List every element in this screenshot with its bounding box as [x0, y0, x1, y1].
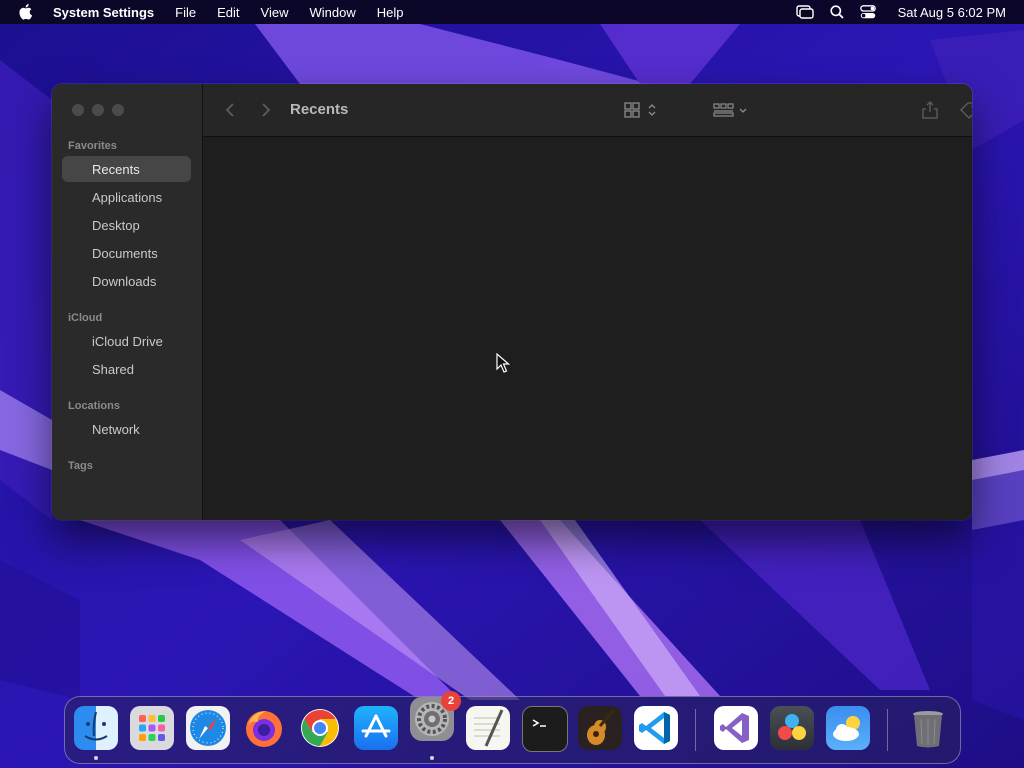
sidebar-item-documents[interactable]: Documents	[62, 240, 191, 266]
dock-davinci-resolve-icon[interactable]	[770, 706, 814, 750]
dock-app-store-icon[interactable]	[354, 706, 398, 750]
back-icon[interactable]	[225, 101, 235, 119]
sidebar-item-label: Applications	[92, 189, 163, 205]
spotlight-search-icon[interactable]	[829, 5, 844, 19]
sidebar-item-label: Documents	[92, 245, 158, 261]
mouse-cursor-icon	[496, 353, 510, 373]
menu-app-name[interactable]: System Settings	[53, 5, 154, 20]
dock-textedit-icon[interactable]	[466, 706, 510, 750]
menu-bar-clock[interactable]: Sat Aug 5 6:02 PM	[898, 5, 1006, 20]
window-controls	[72, 104, 132, 116]
share-icon[interactable]	[922, 101, 938, 119]
view-mode-icon[interactable]	[624, 101, 658, 119]
dock-visual-studio-icon[interactable]	[714, 706, 758, 750]
apple-menu-icon[interactable]	[19, 4, 33, 20]
dock-terminal-icon[interactable]	[522, 706, 568, 752]
sidebar-section-tags: Tags	[68, 460, 93, 472]
finder-toolbar: Recents	[203, 84, 972, 137]
finder-window: Favorites Recents Applications Desktop D…	[52, 84, 972, 520]
sidebar-section-icloud: iCloud	[68, 312, 103, 324]
menu-view[interactable]: View	[261, 5, 289, 20]
dock-trash-icon[interactable]	[906, 706, 950, 750]
zoom-window-button[interactable]	[112, 104, 124, 116]
group-icon[interactable]	[713, 101, 749, 119]
sidebar-item-label: Downloads	[92, 273, 157, 289]
sidebar-item-label: Recents	[92, 161, 140, 177]
sidebar-item-label: iCloud Drive	[92, 333, 163, 349]
dock-safari-icon[interactable]	[186, 706, 230, 750]
sidebar-item-shared[interactable]: Shared	[62, 356, 191, 382]
minimize-window-button[interactable]	[92, 104, 104, 116]
dock-running-indicator	[430, 756, 434, 760]
dock-weather-icon[interactable]	[826, 706, 870, 750]
finder-sidebar: Favorites Recents Applications Desktop D…	[52, 84, 203, 520]
dock-separator	[695, 709, 696, 751]
window-title: Recents	[290, 101, 349, 118]
sidebar-item-applications[interactable]: Applications	[62, 184, 191, 210]
sidebar-section-locations: Locations	[68, 400, 120, 412]
dock-launchpad-icon[interactable]	[130, 706, 174, 750]
dock: 2	[64, 691, 961, 764]
dock-garageband-icon[interactable]	[578, 706, 622, 750]
screen-mirroring-icon[interactable]	[795, 5, 814, 19]
sidebar-item-recents[interactable]: Recents	[62, 156, 191, 182]
menu-edit[interactable]: Edit	[217, 5, 239, 20]
sidebar-item-desktop[interactable]: Desktop	[62, 212, 191, 238]
dock-running-indicator	[94, 756, 98, 760]
tag-icon[interactable]	[959, 101, 972, 119]
dock-separator	[887, 709, 888, 751]
menu-help[interactable]: Help	[377, 5, 404, 20]
sidebar-item-icloud-drive[interactable]: iCloud Drive	[62, 328, 191, 354]
menu-bar: System Settings File Edit View Window He…	[0, 0, 1024, 24]
menu-file[interactable]: File	[175, 5, 196, 20]
dock-firefox-icon[interactable]	[242, 706, 286, 750]
forward-icon[interactable]	[261, 101, 271, 119]
sidebar-item-network[interactable]: Network	[62, 416, 191, 442]
sidebar-item-label: Desktop	[92, 217, 140, 233]
close-window-button[interactable]	[72, 104, 84, 116]
finder-content-area[interactable]	[203, 137, 972, 520]
menu-window[interactable]: Window	[309, 5, 355, 20]
sidebar-item-label: Shared	[92, 361, 134, 377]
dock-vscode-icon[interactable]	[634, 706, 678, 750]
dock-chrome-icon[interactable]	[298, 706, 342, 750]
notification-badge: 2	[441, 691, 461, 711]
sidebar-item-downloads[interactable]: Downloads	[62, 268, 191, 294]
sidebar-section-favorites: Favorites	[68, 140, 117, 152]
dock-finder-icon[interactable]	[74, 706, 118, 750]
sidebar-item-label: Network	[92, 421, 140, 437]
control-center-icon[interactable]	[859, 5, 876, 19]
